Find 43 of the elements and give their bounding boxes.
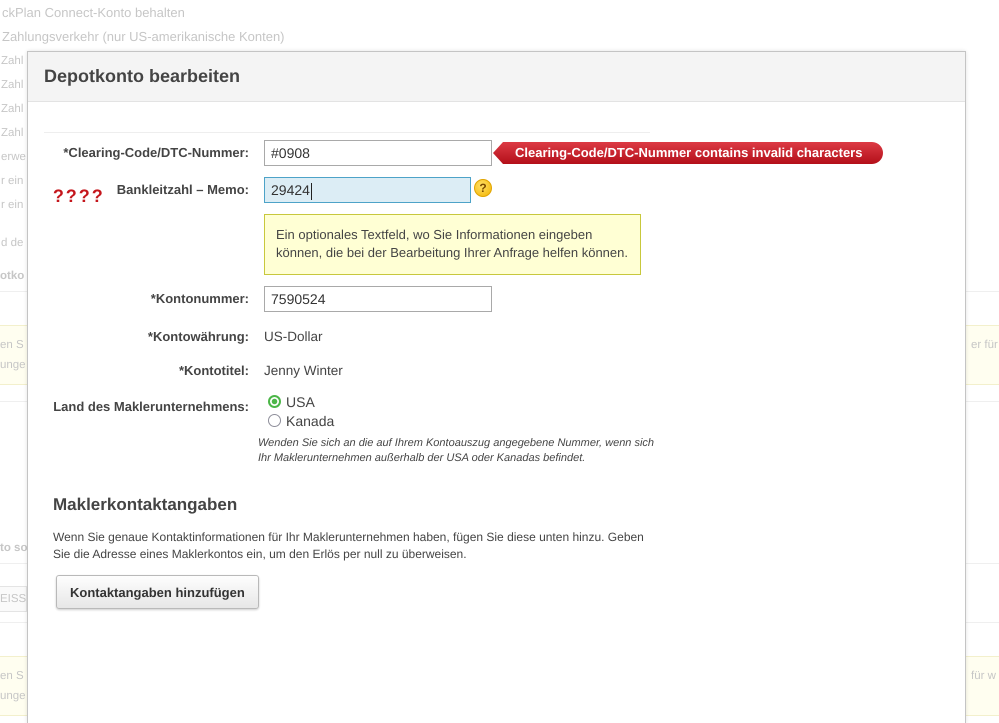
help-icon[interactable]: ? [474, 179, 492, 197]
dialog-title: Depotkonto bearbeiten [44, 66, 240, 87]
notice-text: en S [0, 338, 24, 353]
text-field[interactable]: 7590524 [264, 286, 492, 312]
notice-text: für w [971, 669, 996, 684]
background-text: erwe [0, 150, 26, 165]
radio-label[interactable]: USA [286, 394, 315, 410]
field-label: *Kontowährung: [148, 328, 249, 346]
error-tooltip: Clearing-Code/DTC-Nummer contains invalid characters [493, 142, 884, 164]
section-heading: Maklerkontaktangaben [53, 494, 238, 516]
background-text: Zahl [0, 126, 24, 141]
field-label: Bankleitzahl – Memo: [116, 181, 249, 199]
radio-label[interactable]: Kanada [286, 412, 334, 428]
add-contact-button[interactable]: Kontaktangaben hinzufügen [56, 575, 259, 609]
background-heading: to so [0, 541, 28, 556]
notice-text: unge [0, 689, 26, 704]
text-cursor [310, 182, 312, 200]
background-text: r ein [0, 198, 24, 213]
text-field[interactable]: #0908 [264, 140, 492, 166]
background-heading: otko [0, 269, 24, 284]
marker-text: ???? [52, 185, 105, 207]
radio-button[interactable] [268, 395, 281, 408]
field-label: *Kontonummer: [150, 290, 249, 308]
section-description: Wenn Sie genaue Kontaktinformationen für Ihr Maklerunternehmen haben, fügen Sie diese unten hinzu. Geben Sie die Adresse eines Maklerkontos ein, um den Erlös per null zu überweisen. [53, 529, 645, 563]
field-label: *Kontotitel: [178, 362, 249, 380]
field-label: Land des Maklerunternehmens: [53, 398, 249, 416]
background-text: Zahlungsverkehr (nur US-amerikanische Konten) [1, 28, 285, 46]
background-text: Zahl [0, 54, 24, 69]
field-value: US-Dollar [264, 328, 323, 346]
help-tooltip: Ein optionales Textfeld, wo Sie Informationen eingeben können, die bei der Bearbeitung Ihrer Anfrage helfen können. [264, 214, 641, 275]
hint-text: Wenden Sie sich an die auf Ihrem Kontoauszug angegebene Nummer, wenn sich Ihr Maklerunternehmen außerhalb der USA oder Kanadas befindet. [258, 436, 656, 466]
notice-text: unge [0, 358, 26, 373]
notice-text: er für [971, 338, 998, 353]
background-text: d de [0, 236, 24, 251]
field-value: Jenny Winter [264, 362, 343, 380]
notice-text: en S [0, 669, 24, 684]
field-label: *Clearing-Code/DTC-Nummer: [63, 144, 249, 162]
background-text: Zahl [0, 78, 24, 93]
background-text: ckPlan Connect-Konto behalten [1, 4, 185, 22]
background-text: Zahl [0, 102, 24, 117]
text-field[interactable]: 29424 [264, 177, 471, 203]
radio-button[interactable] [268, 414, 281, 427]
background-text: r ein [0, 174, 24, 189]
